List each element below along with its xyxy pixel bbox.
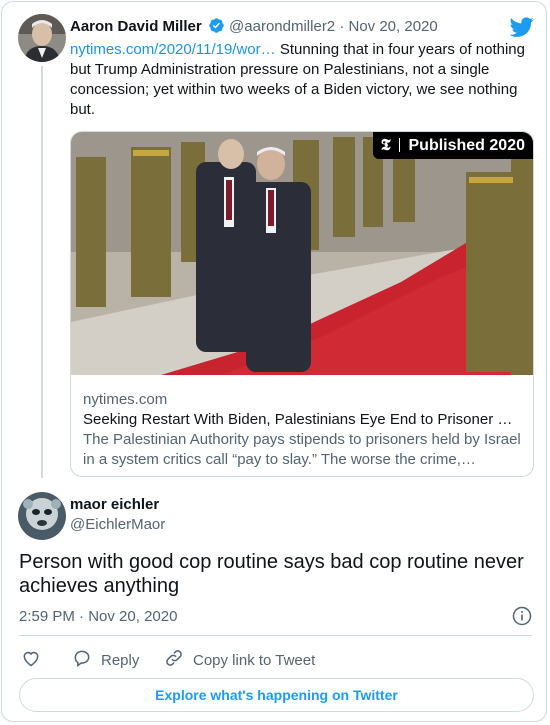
published-badge: 𝕿 Published 2020 xyxy=(372,132,533,159)
heart-icon xyxy=(21,648,41,672)
link-card-description: The Palestinian Authority pays stipends … xyxy=(83,431,521,468)
reply-icon xyxy=(72,648,92,672)
avatar-maor[interactable] xyxy=(18,492,66,540)
quoted-author-handle[interactable]: @aarondmiller2 xyxy=(229,18,335,35)
verified-badge-icon xyxy=(208,17,225,38)
reply-author-name[interactable]: maor eichler xyxy=(70,496,159,513)
reply-date[interactable]: Nov 20, 2020 xyxy=(88,608,177,625)
thread-line xyxy=(41,66,43,478)
info-icon[interactable] xyxy=(512,606,532,631)
tweet-embed-card: Aaron David Miller @aarondmiller2 · Nov … xyxy=(1,1,547,722)
nyt-logo-icon: 𝕿 xyxy=(380,135,391,154)
reply-time[interactable]: 2:59 PM xyxy=(19,608,75,625)
quoted-text: nytimes.com/2020/11/19/wor… Stunning tha… xyxy=(70,40,532,120)
quoted-link[interactable]: nytimes.com/2020/11/19/wor… xyxy=(70,41,276,58)
like-button[interactable] xyxy=(21,648,41,672)
quoted-author-name[interactable]: Aaron David Miller xyxy=(70,18,202,35)
copy-link-label: Copy link to Tweet xyxy=(193,651,316,669)
published-badge-text: Published 2020 xyxy=(408,137,526,154)
link-card-domain: nytimes.com xyxy=(83,391,168,408)
copy-link-button[interactable]: Copy link to Tweet xyxy=(164,648,315,672)
reply-author-handle[interactable]: @EichlerMaor xyxy=(70,516,165,533)
reply-text: Person with good cop routine says bad co… xyxy=(19,551,524,597)
timestamp[interactable]: 2:59 PM · Nov 20, 2020 xyxy=(19,608,177,625)
header-separator: · xyxy=(339,18,345,35)
meta-separator: · xyxy=(79,608,85,625)
avatar-aaron[interactable] xyxy=(18,14,66,62)
reply-label: Reply xyxy=(101,651,140,669)
link-icon xyxy=(164,648,184,672)
link-card-title: Seeking Restart With Biden, Palestinians… xyxy=(83,411,513,428)
reply-button[interactable]: Reply xyxy=(72,648,139,672)
quoted-header: Aaron David Miller @aarondmiller2 · Nov … xyxy=(70,17,438,38)
article-photo[interactable]: 𝕿 Published 2020 xyxy=(71,132,533,375)
quoted-date[interactable]: Nov 20, 2020 xyxy=(349,18,438,35)
divider xyxy=(19,635,532,636)
link-preview-card[interactable]: 𝕿 Published 2020 nytimes.com Seeking Res… xyxy=(70,131,534,477)
explore-button[interactable]: Explore what's happening on Twitter xyxy=(19,678,534,712)
